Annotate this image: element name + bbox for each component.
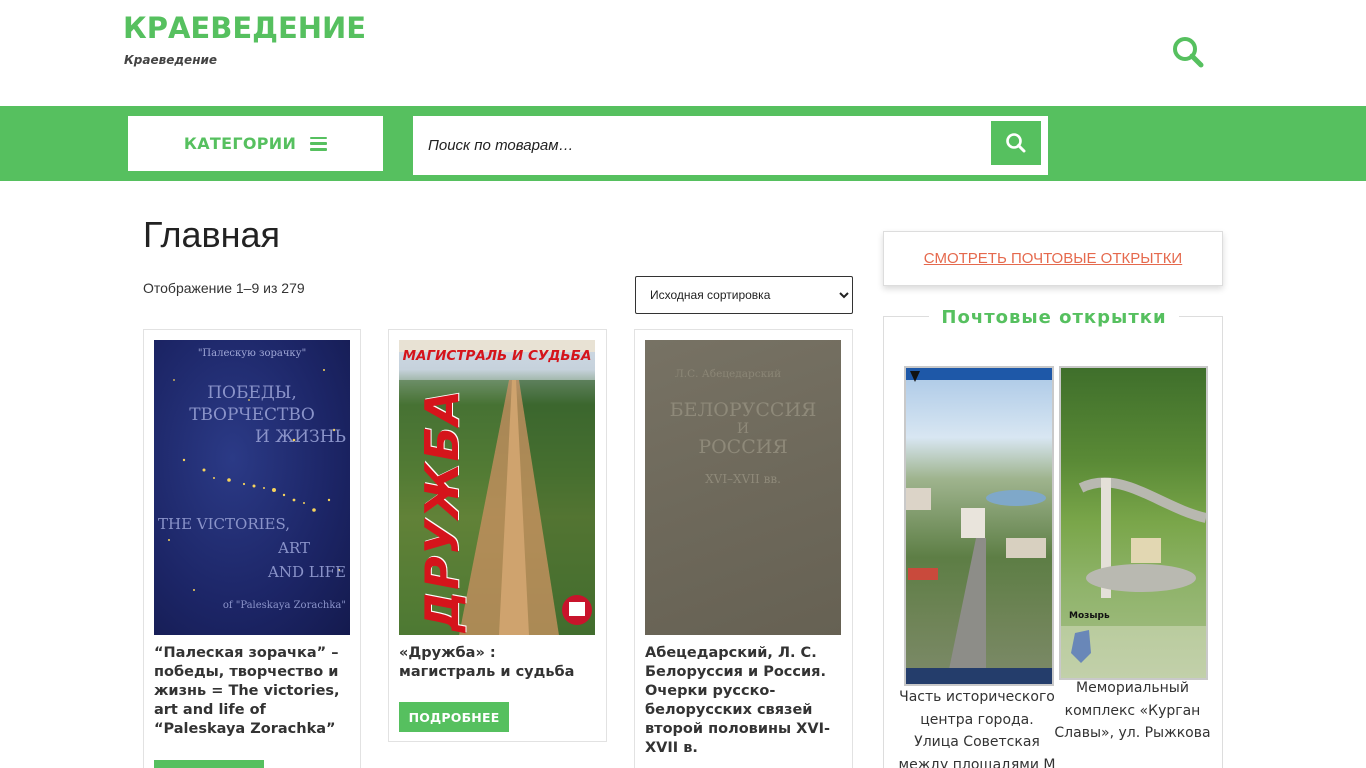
product-title[interactable]: «Дружба» : магистраль и судьба [399,644,595,682]
postcard-image[interactable]: Мозырь [1059,366,1208,680]
product-cover-image[interactable]: "Палескую зорачку" ПОБЕДЫ, ТВОРЧЕСТВО И … [154,340,350,635]
search-icon[interactable] [1170,35,1206,71]
categories-label: КАТЕГОРИИ [183,134,297,153]
sort-select[interactable]: Исходная сортировка [635,276,853,314]
product-search-form [413,116,1048,175]
postcard-caption[interactable]: Часть исторического центра города. Улица… [897,686,1057,768]
product-search-button[interactable] [991,121,1041,165]
cover-text: THE VICTORIES, ART AND LIFE [158,515,346,581]
city-photo-graphic [906,368,1052,684]
view-postcards-link[interactable]: СМОТРЕТЬ ПОЧТОВЫЕ ОТКРЫТКИ [924,250,1182,267]
site-tagline: Краеведение [124,53,218,67]
postcard-caption[interactable]: Мемориальный комплекс «Курган Славы», ул… [1054,677,1211,745]
cover-text: "Палескую зорачку" [197,348,307,359]
postcards-widget: Почтовые открытки Часть исторического це… [883,307,1223,768]
widget-title: Почтовые открытки [884,307,1224,328]
site-header: КРАЕВЕДЕНИЕ Краеведение [0,0,1366,106]
postcard-stamp-text: Мозырь [1069,611,1110,621]
cover-text: МАГИСТРАЛЬ И СУДЬБА [402,348,592,364]
memorial-photo-graphic [1061,477,1206,678]
categories-menu-button[interactable]: КАТЕГОРИИ [128,116,383,171]
cover-text: of "Paleskaya Zorachka" [222,600,346,611]
product-cover-image[interactable]: МАГИСТРАЛЬ И СУДЬБА ДРУЖБА [399,340,595,635]
result-count: Отображение 1–9 из 279 [143,280,305,296]
product-card: "Палескую зорачку" ПОБЕДЫ, ТВОРЧЕСТВО И … [143,329,361,768]
details-button[interactable]: ПОДРОБНЕЕ [154,760,264,768]
postcard-image[interactable] [904,366,1054,686]
page-title: Главная [143,214,281,255]
hamburger-menu-icon [310,136,328,151]
postcards-link-box: СМОТРЕТЬ ПОЧТОВЫЕ ОТКРЫТКИ [883,231,1223,286]
cover-text: ПОБЕДЫ, ТВОРЧЕСТВО И ЖИЗНЬ [189,383,346,447]
product-card: МАГИСТРАЛЬ И СУДЬБА ДРУЖБА «Дружба» : ма… [388,329,607,742]
cover-text: ДРУЖБА [415,388,469,632]
product-card: Л.С. Абецедарский БЕЛОРУССИЯ И РОССИЯ XV… [634,329,853,768]
product-title[interactable]: Абецедарский, Л. С. Белоруссия и Россия.… [645,644,841,758]
nav-bar: КАТЕГОРИИ [0,106,1366,181]
site-title[interactable]: КРАЕВЕДЕНИЕ [123,11,366,45]
product-title[interactable]: “Палеская зорачка” – победы, творчество … [154,644,350,739]
cover-text: XVI–XVII вв. [705,472,781,486]
search-icon [1006,133,1026,153]
cover-text: БЕЛОРУССИЯ И РОССИЯ [669,399,817,458]
details-button[interactable]: ПОДРОБНЕЕ [399,702,509,732]
product-cover-image[interactable]: Л.С. Абецедарский БЕЛОРУССИЯ И РОССИЯ XV… [645,340,841,635]
cover-text: Л.С. Абецедарский [675,368,782,380]
product-search-input[interactable] [413,116,988,175]
